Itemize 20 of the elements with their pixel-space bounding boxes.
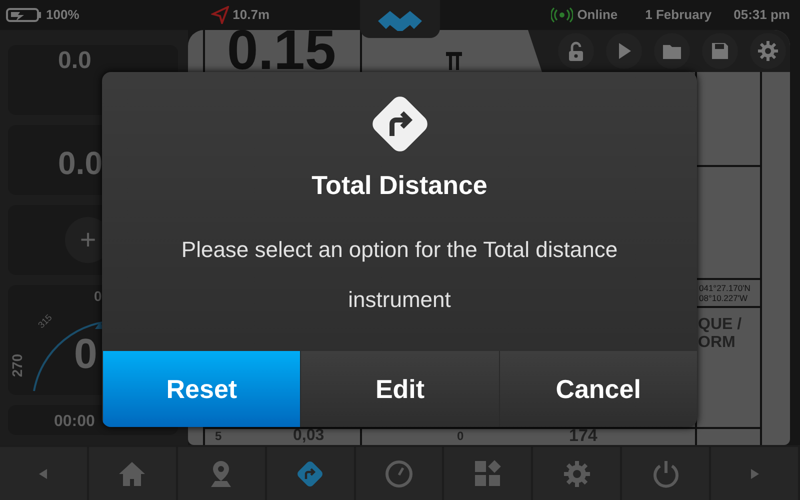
dialog-button[interactable]: Edit — [300, 351, 499, 427]
compass-label: 315 — [35, 312, 55, 332]
battery-percentage: 100% — [46, 6, 80, 24]
instrument-value: 0.0 — [58, 46, 92, 76]
compass-label: 0 — [94, 287, 102, 306]
timer-value: 00:00 — [54, 412, 95, 432]
coordinate-text: 08°10.227'W — [699, 293, 748, 303]
instrument-value: 0.0 — [58, 144, 102, 183]
coordinate-text: 041°27.170'N — [699, 283, 752, 293]
gps-accuracy: 10.7m — [232, 6, 270, 24]
compass-label: 270 — [8, 354, 26, 378]
connection-status: Online — [577, 6, 618, 24]
heading-value: 0 — [74, 333, 98, 375]
date-text: 1 February — [644, 6, 712, 24]
dialog-button[interactable]: Reset — [102, 351, 300, 427]
time-text: 05:31 pm — [734, 6, 790, 24]
speed-value: 0.15 — [226, 30, 337, 78]
dialog-title: Total Distance — [312, 169, 488, 202]
dialog-message: Please select an option for the Total distance instrument — [180, 236, 619, 314]
dialog-button[interactable]: Cancel — [498, 351, 697, 427]
